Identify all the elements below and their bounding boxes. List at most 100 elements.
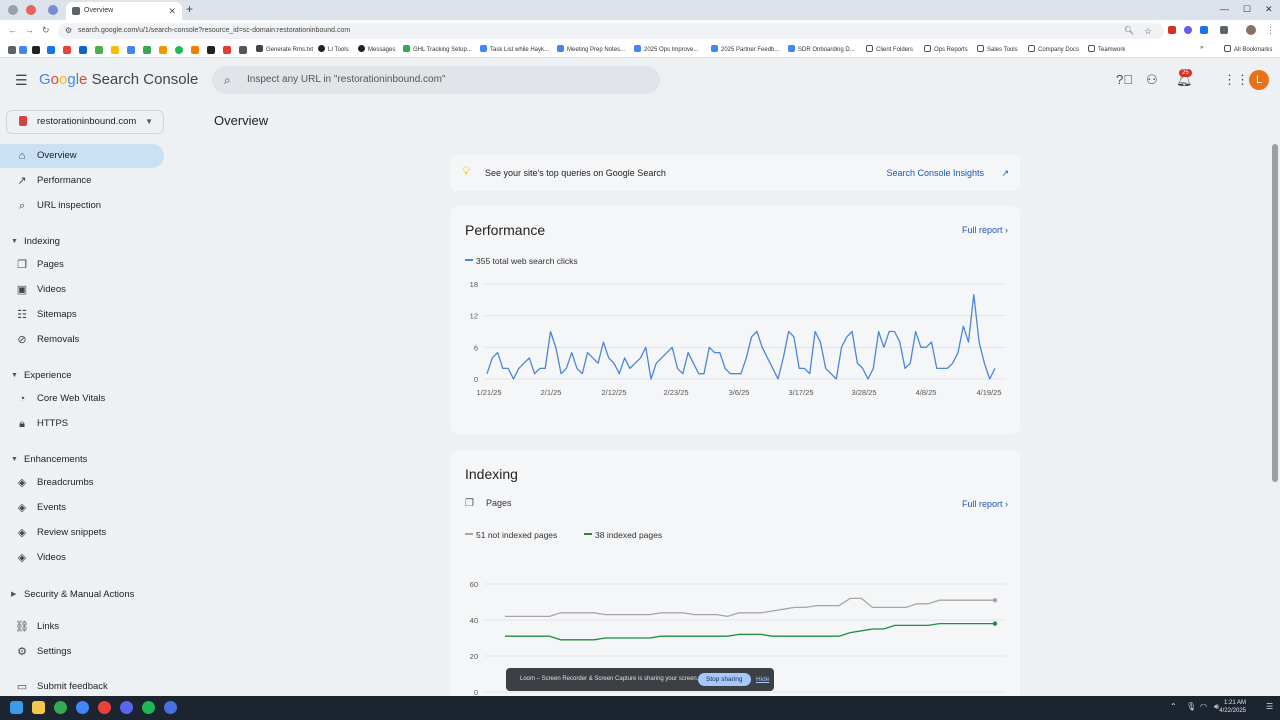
sidebar-item-links[interactable]: ⛓ Links [0, 615, 164, 639]
chrome-icon[interactable] [76, 701, 89, 714]
close-window-icon[interactable]: ✕ [1265, 4, 1273, 15]
bookmark-icon[interactable] [79, 46, 87, 54]
bookmark-item[interactable]: SDR Onboarding D... [788, 45, 855, 53]
minimize-icon[interactable]: — [1220, 4, 1229, 14]
zoom-icon[interactable]: 🔍︎ [1124, 23, 1134, 39]
bookmark-folder[interactable]: Sales Tools [977, 45, 1018, 53]
performance-full-report-link[interactable]: Full report › [962, 225, 1008, 235]
sidebar-item-submit-feedback[interactable]: ▭ Submit feedback [0, 675, 164, 696]
sidebar-item-performance[interactable]: ↗ Performance [0, 169, 164, 193]
bookmark-item[interactable]: LI Tools [318, 45, 349, 53]
series-line[interactable] [505, 622, 995, 641]
taskbar-clock[interactable]: 1:21 AM 4/22/2025 [1219, 699, 1246, 715]
discord-icon[interactable] [120, 701, 133, 714]
sidebar-item-url-inspection[interactable]: ⌕ URL inspection [0, 194, 164, 218]
tab-menu-icon[interactable] [8, 5, 18, 15]
sidebar-item-core-web-vitals[interactable]: ◔ Core Web Vitals [0, 387, 164, 411]
search-console-logo[interactable]: Google Search Console [39, 71, 198, 88]
open-in-new-icon[interactable]: ↗ [1001, 155, 1009, 191]
sidebar-item-events[interactable]: ◈ Events [0, 496, 164, 520]
stop-sharing-button[interactable]: Stop sharing [698, 673, 751, 686]
bookmark-item[interactable]: Task List while Hayk... [480, 45, 549, 53]
bookmark-icon[interactable] [223, 46, 231, 54]
performance-legend[interactable]: 355 total web search clicks [465, 256, 578, 266]
extension-icon[interactable] [1184, 26, 1192, 34]
series-end-point[interactable] [992, 621, 998, 626]
sidebar-item-videos-enhancement[interactable]: ◈ Videos [0, 546, 164, 570]
bookmark-folder[interactable]: Ops Reports [924, 45, 968, 53]
browser-menu-icon[interactable]: ⋮ [1266, 25, 1275, 36]
site-info-icon[interactable]: ⚙ [65, 23, 72, 39]
windows-start-icon[interactable] [10, 701, 23, 714]
tab-overview[interactable]: Overview ✕ [66, 2, 182, 20]
extension-icon[interactable] [1168, 26, 1176, 34]
amazon-icon[interactable] [159, 46, 167, 54]
tray-chevron-icon[interactable]: ⌃ [1170, 702, 1177, 711]
bookmark-icon[interactable] [32, 46, 40, 54]
all-bookmarks-folder[interactable]: All Bookmarks [1224, 45, 1272, 53]
search-console-insights-link[interactable]: Search Console Insights [886, 155, 984, 191]
bookmark-icon[interactable] [207, 46, 215, 54]
bookmark-icon[interactable] [47, 46, 55, 54]
bookmark-icon[interactable] [111, 46, 119, 54]
gmail-icon[interactable] [63, 46, 71, 54]
not-indexed-legend[interactable]: 51 not indexed pages [465, 530, 557, 540]
sidebar-item-breadcrumbs[interactable]: ◈ Breadcrumbs [0, 471, 164, 495]
extensions-puzzle-icon[interactable] [1220, 26, 1228, 34]
apps-grid-icon[interactable]: ⋮⋮ [1223, 72, 1249, 88]
url-inspect-search-input[interactable]: ⌕ Inspect any URL in "restorationinbound… [212, 66, 660, 94]
bookmark-icon[interactable] [95, 46, 103, 54]
help-icon[interactable]: ?⃝ [1116, 72, 1133, 87]
forward-icon[interactable]: → [25, 25, 34, 35]
sidebar-section-experience[interactable]: ▼ Experience [0, 366, 164, 386]
extension-icon[interactable] [1200, 26, 1208, 34]
new-tab-icon[interactable]: + [186, 2, 193, 16]
sidebar-item-settings[interactable]: ⚙ Settings [0, 640, 164, 664]
pinned-tab-icon[interactable] [48, 5, 58, 15]
sidebar-item-review-snippets[interactable]: ◈ Review snippets [0, 521, 164, 545]
sidebar-item-pages[interactable]: ❐ Pages [0, 253, 164, 277]
manage-users-icon[interactable]: ⚇ [1146, 72, 1158, 88]
file-explorer-icon[interactable] [32, 701, 45, 714]
property-selector[interactable]: restorationinbound.com ▼ [6, 110, 164, 134]
chrome-icon[interactable] [54, 701, 67, 714]
bookmark-icon[interactable] [143, 46, 151, 54]
page-scrollbar[interactable] [1272, 144, 1278, 482]
sidebar-section-indexing[interactable]: ▼ Indexing [0, 232, 164, 252]
app-icon[interactable] [164, 701, 177, 714]
series-line[interactable] [486, 293, 996, 380]
bookmark-icon[interactable] [175, 46, 183, 54]
indexing-full-report-link[interactable]: Full report › [962, 499, 1008, 509]
more-bookmarks-icon[interactable]: » [1200, 45, 1203, 51]
maximize-icon[interactable]: ☐ [1243, 4, 1251, 15]
sidebar-item-removals[interactable]: ⊘ Removals [0, 328, 164, 352]
volume-icon[interactable]: 🔊︎ [1214, 702, 1219, 712]
bookmark-item[interactable]: Generate Rms.txt [256, 45, 313, 53]
sidebar-section-security[interactable]: ▶ Security & Manual Actions [0, 585, 164, 605]
sidebar-item-sitemaps[interactable]: ☷ Sitemaps [0, 303, 164, 327]
sidebar-section-enhancements[interactable]: ▼ Enhancements [0, 450, 164, 470]
bookmark-icon[interactable] [19, 46, 27, 54]
bookmark-item[interactable]: Messages [358, 45, 395, 53]
bookmark-folder[interactable]: Client Folders [866, 45, 913, 53]
indexed-legend[interactable]: 38 indexed pages [584, 530, 662, 540]
microphone-icon[interactable]: 🎙︎ [1186, 702, 1196, 711]
apps-icon[interactable] [8, 46, 16, 54]
series-end-point[interactable] [992, 598, 998, 603]
bookmark-folder[interactable]: Teamwork [1088, 45, 1125, 53]
bookmark-item[interactable]: Meeting Prep Notes... [557, 45, 625, 53]
chrome-icon[interactable] [98, 701, 111, 714]
spotify-icon[interactable] [142, 701, 155, 714]
reload-icon[interactable]: ↻ [42, 25, 50, 36]
bookmark-icon[interactable] [127, 46, 135, 54]
wifi-icon[interactable]: ◠ [1200, 702, 1207, 711]
bookmark-folder[interactable]: Company Docs [1028, 45, 1079, 53]
bookmark-item[interactable]: GHL Tracking Setup... [403, 45, 472, 53]
sidebar-item-videos[interactable]: ▣ Videos [0, 278, 164, 302]
main-menu-icon[interactable]: ☰ [15, 72, 28, 89]
bookmark-item[interactable]: 2025 Ops Improve... [634, 45, 698, 53]
bookmark-icon[interactable] [191, 46, 199, 54]
sidebar-item-https[interactable]: 🔒︎ HTTPS [0, 412, 164, 436]
bookmark-item[interactable]: 2025 Partner Feedb... [711, 45, 779, 53]
bookmark-icon[interactable] [239, 46, 247, 54]
